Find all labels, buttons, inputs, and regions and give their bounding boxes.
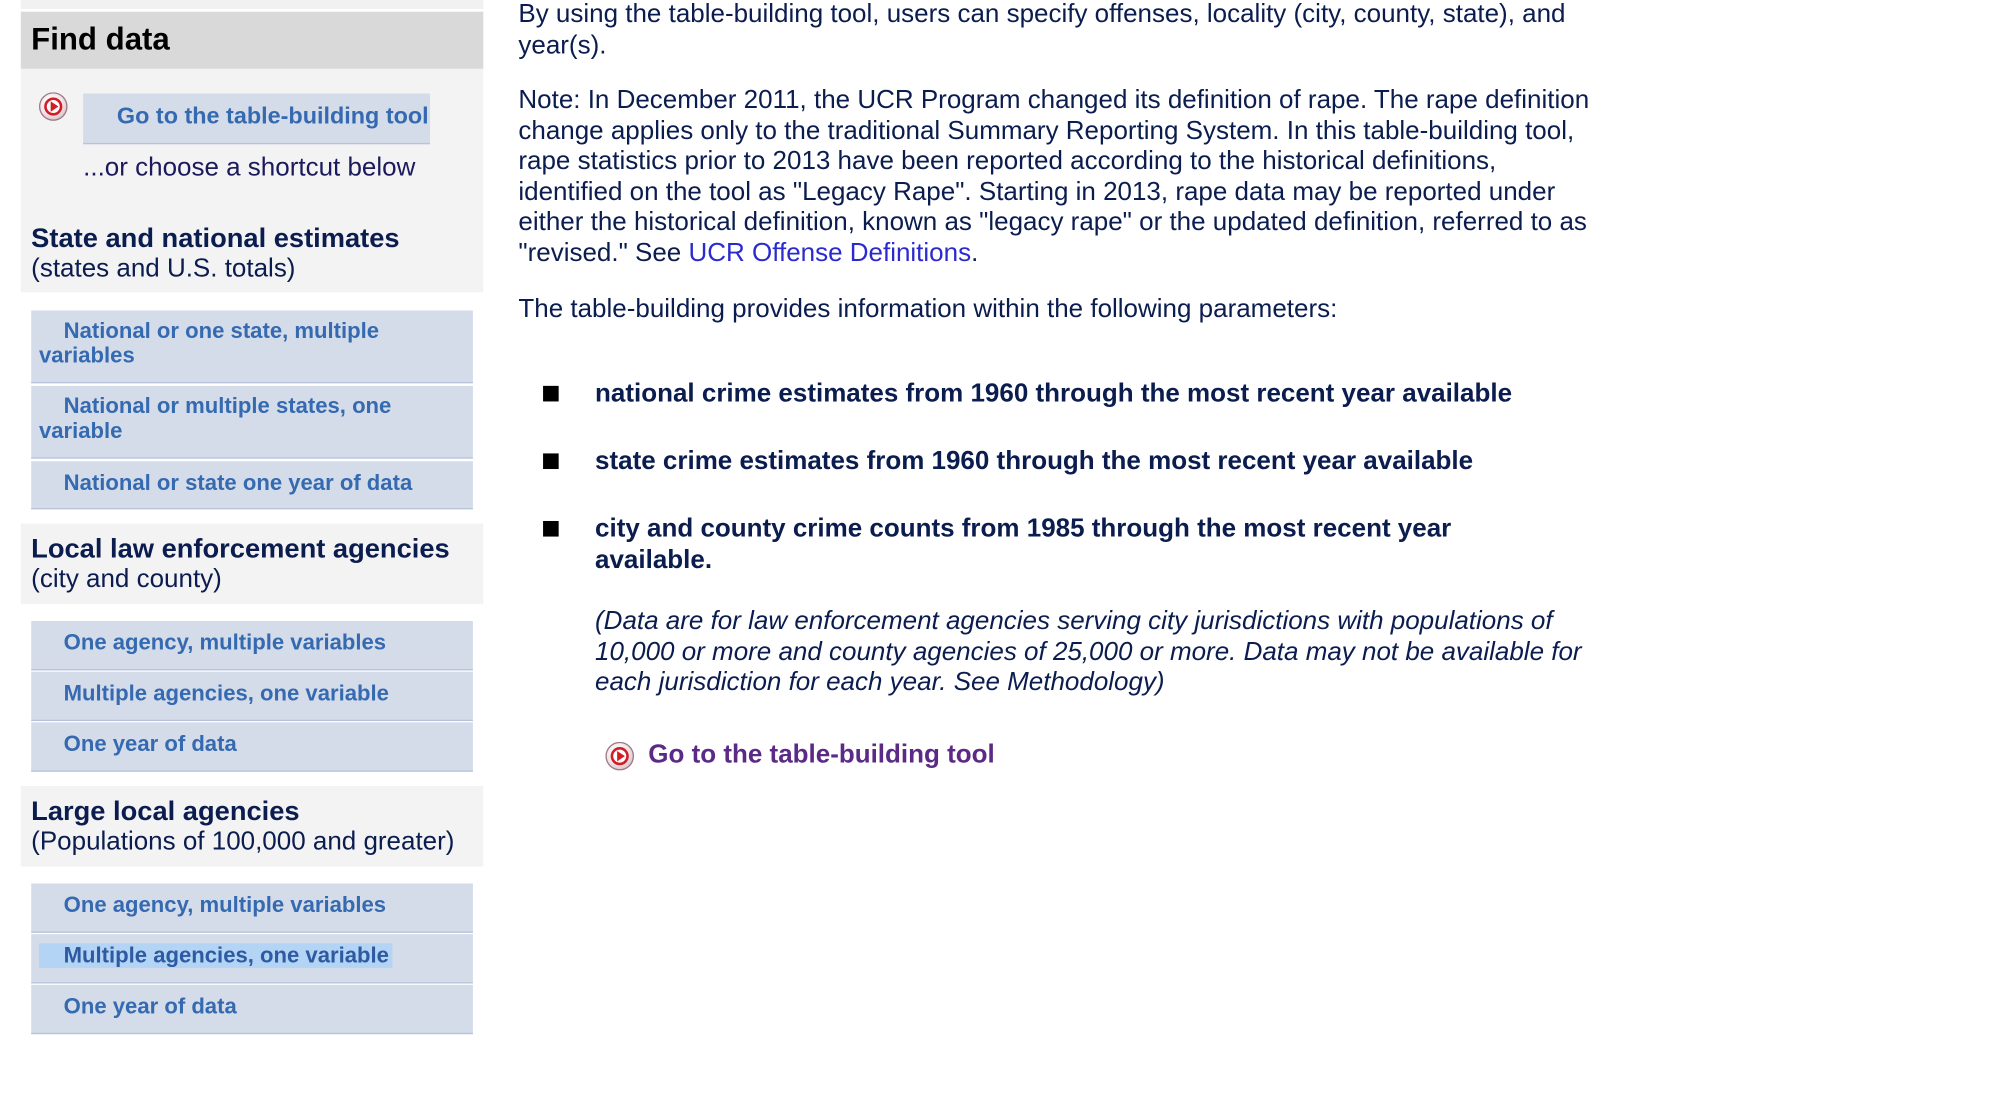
bullet-square-icon: [543, 385, 559, 402]
page: Find data Go to the table-building tool …: [0, 0, 2006, 1098]
bullet-square-icon: [543, 453, 559, 470]
main-table-building-tool-link[interactable]: Go to the table-building tool: [648, 741, 994, 771]
parameters-intro: The table-building provides information …: [518, 294, 1338, 324]
note-paragraph: Note: In December 2011, the UCR Program …: [518, 86, 1596, 269]
sidebar-link-label: National or state one year of data: [63, 470, 413, 495]
sidebar-link-label: One agency, multiple variables: [63, 892, 387, 918]
find-data-title: Find data: [31, 22, 170, 58]
play-arrow-icon[interactable]: [38, 92, 68, 121]
sidebar-link-label: National or one state, multiple variable…: [38, 318, 380, 368]
section-subtitle-state-national: (states and U.S. totals): [31, 254, 296, 284]
sidebar-link-national-multiple-states-one[interactable]: National or multiple states, one variabl…: [31, 385, 473, 459]
sidebar-link-label: One year of data: [63, 993, 237, 1019]
sidebar-link-local-one-agency[interactable]: One agency, multiple variables: [31, 621, 473, 671]
sidebar-top-divider: [20, 0, 484, 10]
sidebar-link-local-multiple-agencies[interactable]: Multiple agencies, one variable: [31, 671, 473, 722]
table-building-tool-button[interactable]: Go to the table-building tool: [83, 93, 431, 145]
sidebar-link-local-one-year[interactable]: One year of data: [31, 722, 473, 772]
ucr-offense-definitions-link[interactable]: UCR Offense Definitions: [688, 238, 971, 267]
sidebar-link-large-one-agency[interactable]: One agency, multiple variables: [31, 883, 473, 933]
sidebar-link-label: Multiple agencies, one variable: [63, 680, 389, 706]
sidebar-link-national-one-state-multiple[interactable]: National or one state, multiple variable…: [31, 310, 473, 384]
parameter-bullet-state: state crime estimates from 1960 through …: [595, 446, 1474, 476]
sidebar-link-label-selected: Multiple agencies, one variable: [38, 943, 393, 968]
play-arrow-icon[interactable]: [605, 741, 635, 771]
sidebar-link-large-multiple-agencies[interactable]: Multiple agencies, one variable: [31, 934, 473, 984]
sidebar-link-label: One agency, multiple variables: [63, 630, 387, 655]
data-availability-note: (Data are for law enforcement agencies s…: [595, 606, 1582, 697]
sidebar-link-large-one-year[interactable]: One year of data: [31, 984, 473, 1035]
sidebar-link-national-state-one-year[interactable]: National or state one year of data: [31, 461, 473, 510]
section-title-large-local: Large local agencies: [31, 796, 300, 827]
table-building-tool-button-label: Go to the table-building tool: [116, 102, 429, 129]
section-title-local-agencies: Local law enforcement agencies: [31, 533, 450, 564]
parameter-bullet-national: national crime estimates from 1960 throu…: [595, 379, 1513, 408]
shortcut-hint: ...or choose a shortcut below: [83, 153, 416, 182]
parameter-bullet-city-county: city and county crime counts from 1985 t…: [595, 514, 1452, 574]
bullet-square-icon: [543, 520, 559, 537]
sidebar-link-label: National or multiple states, one variabl…: [38, 393, 392, 444]
find-data-header: Find data: [20, 11, 484, 69]
intro-paragraph: By using the table-building tool, users …: [518, 0, 1566, 60]
note-text: Note: In December 2011, the UCR Program …: [518, 85, 1590, 267]
section-subtitle-large-local: (Populations of 100,000 and greater): [31, 827, 455, 857]
note-end: .: [971, 238, 979, 267]
sidebar-link-label: One year of data: [63, 731, 237, 757]
section-subtitle-local-agencies: (city and county): [31, 565, 222, 594]
section-title-state-national: State and national estimates: [31, 223, 400, 254]
